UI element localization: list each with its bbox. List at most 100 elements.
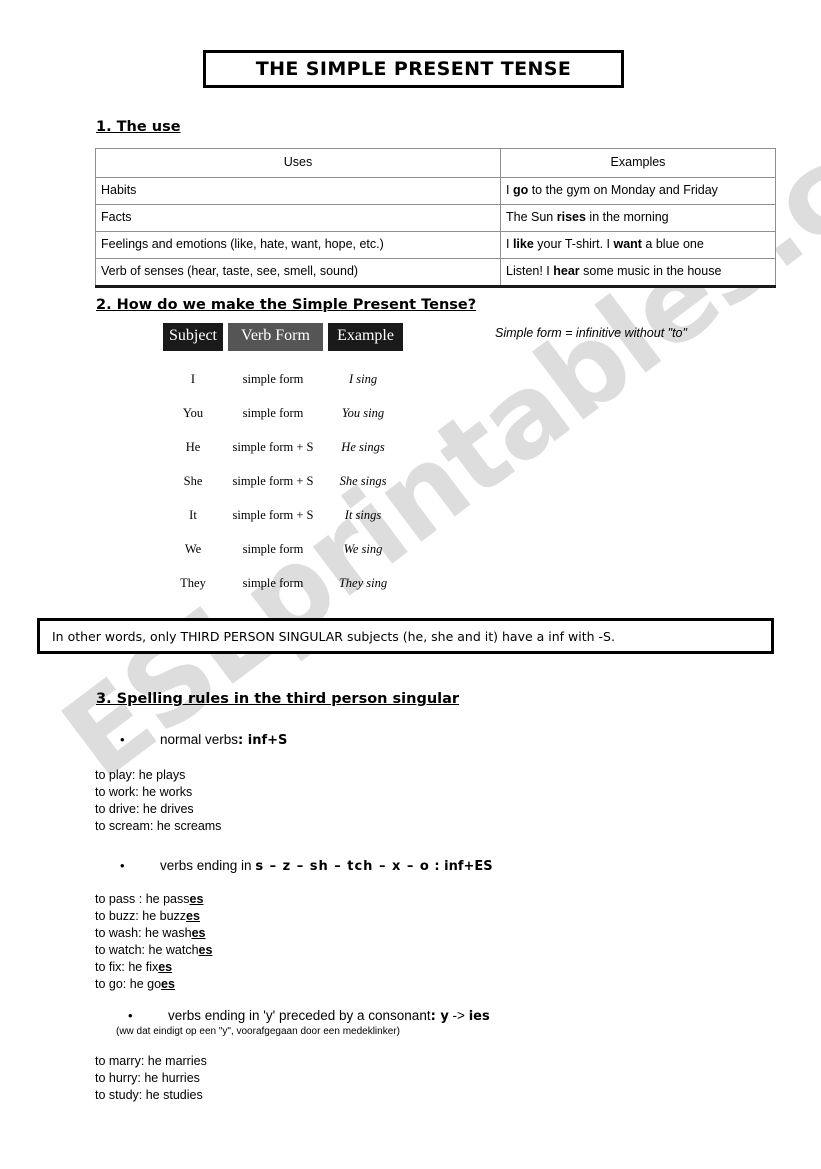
verb-stem: to buzz: he buzz	[95, 909, 187, 923]
conj-subject: They	[180, 575, 206, 590]
rule-3-text: verbs ending in 'y' preceded by a conson…	[168, 1008, 431, 1023]
verb-ending: es	[198, 943, 213, 957]
simple-form-note: Simple form = infinitive without "to"	[495, 326, 687, 340]
use-cell: Verb of senses (hear, taste, see, smell,…	[95, 258, 501, 288]
spelling-examples-2: to pass : he passes to buzz: he buzzes t…	[95, 891, 212, 993]
section-heading-use: 1. The use	[96, 119, 181, 135]
conjugation-row: I simple form I sing	[163, 362, 403, 396]
conj-header-subject: Subject	[163, 323, 223, 351]
spelling-rule-3: • verbs ending in 'y' preceded by a conso…	[128, 1008, 490, 1024]
example-cell: I like your T-shirt. I want a blue one	[500, 231, 776, 259]
conj-verb-form: simple form + S	[232, 507, 314, 522]
list-item: to watch: he watches	[95, 942, 212, 959]
rule-3-formula-ies: ies	[468, 1009, 490, 1024]
conj-header-example: Example	[328, 323, 403, 351]
uses-table: Uses Examples Habits I go to the gym on …	[95, 148, 776, 288]
table-row: Verb of senses (hear, taste, see, smell,…	[95, 258, 776, 288]
rule-2-text: verbs ending in	[160, 858, 256, 873]
conj-example: They sing	[338, 575, 388, 590]
verb-stem: to go: he go	[95, 977, 162, 991]
example-verb: like	[512, 237, 534, 252]
verb-stem: to watch: he watch	[95, 943, 199, 957]
spelling-examples-3: to marry: he marries to hurry: he hurrie…	[95, 1053, 207, 1104]
page-title: THE SIMPLE PRESENT TENSE	[255, 58, 572, 80]
example-pre: The Sun	[506, 210, 557, 225]
conjugation-table: I simple form I sing You simple form You…	[163, 362, 403, 600]
section-heading-spelling: 3. Spelling rules in the third person si…	[96, 691, 460, 707]
conj-subject: You	[182, 405, 204, 420]
bullet-icon: •	[128, 1008, 133, 1023]
verb-ending: es	[158, 960, 173, 974]
conjugation-header-row: Subject Verb Form Example	[163, 323, 403, 351]
use-cell: Feelings and emotions (like, hate, want,…	[95, 231, 501, 259]
column-header-examples: Examples	[500, 148, 776, 178]
use-cell: Facts	[95, 204, 501, 232]
verb-ending: es	[191, 926, 206, 940]
rule-1-text: normal verbs	[160, 732, 239, 747]
table-row: Facts The Sun rises in the morning	[95, 204, 776, 232]
conjugation-row: We simple form We sing	[163, 532, 403, 566]
column-header-uses: Uses	[95, 148, 501, 178]
example-post: in the morning	[585, 210, 669, 225]
example-pre: I	[506, 237, 513, 252]
conjugation-row: She simple form + S She sings	[163, 464, 403, 498]
rule-3-formula-y: y	[440, 1009, 449, 1024]
spelling-examples-1: to play: he plays to work: he works to d…	[95, 767, 221, 835]
conj-verb-form: simple form + S	[232, 439, 314, 454]
example-verb: hear	[553, 264, 580, 279]
rule-2-letters: s – z – sh – tch – x – o	[255, 859, 430, 874]
key-statement-box: In other words, only THIRD PERSON SINGUL…	[37, 618, 774, 654]
conj-subject: It	[189, 507, 197, 522]
table-header-row: Uses Examples	[95, 148, 776, 178]
spelling-rule-1: • normal verbs: inf+S	[120, 732, 287, 748]
rule-2-separator: :	[429, 859, 445, 874]
table-row: Feelings and emotions (like, hate, want,…	[95, 231, 776, 259]
conj-verb-form: simple form	[242, 371, 304, 386]
rule-3-separator: :	[430, 1009, 441, 1024]
conj-example: I sing	[348, 371, 378, 386]
list-item: to scream: he screams	[95, 819, 222, 833]
worksheet-page: ESLprintables.com THE SIMPLE PRESENT TEN…	[0, 0, 821, 1169]
list-item: to go: he goes	[95, 976, 212, 993]
example-post: a blue one	[641, 237, 704, 252]
conj-example: She sings	[339, 473, 387, 488]
conj-subject: She	[183, 473, 203, 488]
list-item: to buzz: he buzzes	[95, 908, 212, 925]
example-cell: I go to the gym on Monday and Friday	[500, 177, 776, 205]
list-item: to study: he studies	[95, 1088, 203, 1102]
conj-verb-form: simple form	[242, 405, 304, 420]
list-item: to work: he works	[95, 785, 193, 799]
conj-verb-form: simple form + S	[232, 473, 314, 488]
verb-stem: to fix: he fix	[95, 960, 159, 974]
conj-verb-form: simple form	[242, 541, 304, 556]
spelling-rule-3-subnote: (ww dat eindigt op een "y", voorafgegaan…	[116, 1026, 400, 1037]
page-title-box: THE SIMPLE PRESENT TENSE	[203, 50, 624, 88]
list-item: to play: he plays	[95, 768, 186, 782]
key-statement-text: In other words, only THIRD PERSON SINGUL…	[52, 628, 615, 644]
example-cell: The Sun rises in the morning	[500, 204, 776, 232]
list-item: to drive: he drives	[95, 802, 194, 816]
list-item: to fix: he fixes	[95, 959, 212, 976]
conj-subject: I	[190, 371, 196, 386]
conj-subject: We	[184, 541, 202, 556]
rule-2-formula: inf+ES	[444, 859, 493, 874]
example-post: some music in the house	[579, 264, 722, 279]
conj-example: It sings	[344, 507, 382, 522]
rule-1-separator: :	[238, 733, 248, 748]
list-item: to pass : he passes	[95, 891, 212, 908]
example-post: to the gym on Monday and Friday	[528, 183, 718, 198]
bullet-icon: •	[120, 732, 125, 747]
conjugation-row: They simple form They sing	[163, 566, 403, 600]
rule-3-arrow: ->	[448, 1008, 469, 1023]
conjugation-row: It simple form + S It sings	[163, 498, 403, 532]
worksheet-content: THE SIMPLE PRESENT TENSE 1. The use Uses…	[0, 0, 821, 1169]
example-cell: Listen! I hear some music in the house	[500, 258, 776, 288]
list-item: to wash: he washes	[95, 925, 212, 942]
rule-1-formula: inf+S	[247, 733, 288, 748]
spelling-rule-2: • verbs ending in s – z – sh – tch – x – …	[120, 858, 493, 874]
conj-example: You sing	[341, 405, 385, 420]
verb-ending: es	[186, 909, 200, 923]
example-pre: I	[506, 183, 513, 198]
verb-ending: es	[189, 892, 204, 906]
conj-example: He sings	[341, 439, 385, 454]
